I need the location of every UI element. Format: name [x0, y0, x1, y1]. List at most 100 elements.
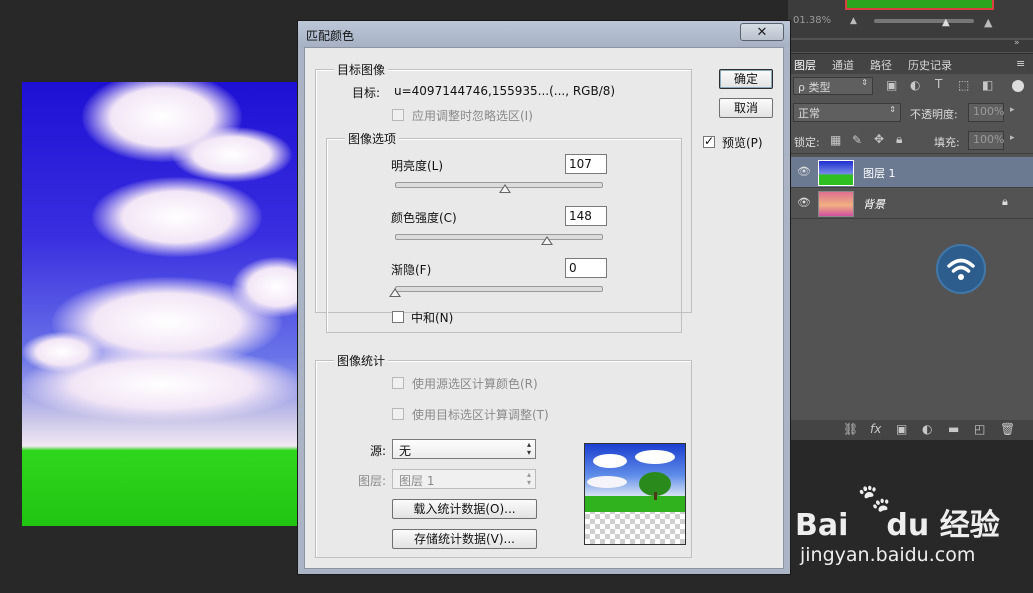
- tab-paths[interactable]: 路径: [870, 57, 892, 73]
- ignore-selection-checkbox[interactable]: [392, 109, 404, 121]
- trash-icon[interactable]: 🗑︎: [1000, 422, 1015, 436]
- target-value: u=4097144746,155935...(..., RGB/8): [394, 84, 616, 98]
- panel-menu-icon[interactable]: ≡: [1016, 57, 1025, 70]
- layer-name[interactable]: 图层 1: [863, 165, 896, 181]
- type-filter-icon[interactable]: T: [935, 77, 942, 91]
- tab-history[interactable]: 历史记录: [908, 57, 952, 73]
- panel-tabs: 图层 通道 路径 历史记录 ≡: [788, 53, 1033, 74]
- luminance-slider-thumb[interactable]: [498, 184, 511, 193]
- fade-input[interactable]: 0: [565, 258, 607, 278]
- neutralize-label: 中和(N): [411, 311, 454, 325]
- chevron-down-icon: ⇕: [889, 105, 896, 114]
- adjust-filter-icon[interactable]: ◐: [910, 78, 920, 92]
- brand-cn: 经验: [939, 508, 1000, 543]
- target-image-group: 目标图像 目标: u=4097144746,155935...(..., RGB…: [315, 61, 692, 333]
- layers-bottom-bar: ⛓︎ fx ▣ ◐ ▬ ◰ 🗑︎: [788, 420, 1033, 440]
- layer-thumbnail: [818, 191, 854, 217]
- fill-input[interactable]: 100%: [968, 131, 1004, 150]
- layer-label: 图层:: [358, 474, 387, 488]
- filter-label: 类型: [808, 81, 831, 94]
- filter-select[interactable]: ρ 类型 ⇕: [793, 77, 873, 95]
- source-value: 无: [399, 444, 412, 458]
- new-layer-icon[interactable]: ◰: [974, 422, 985, 436]
- stats-preview-thumbnail: [584, 443, 686, 545]
- lock-label: 锁定:: [794, 136, 820, 149]
- color-intensity-slider[interactable]: [395, 234, 603, 240]
- dialog-title: 匹配颜色: [306, 29, 355, 43]
- use-target-selection-checkbox[interactable]: [392, 408, 404, 420]
- fx-icon[interactable]: fx: [870, 422, 881, 436]
- opacity-label: 不透明度:: [910, 108, 958, 121]
- lock-position-icon[interactable]: ✥: [874, 132, 884, 146]
- collapse-icon[interactable]: »: [1014, 38, 1020, 48]
- eye-icon[interactable]: 👁︎: [797, 196, 811, 209]
- cloud: [92, 177, 262, 257]
- eye-icon[interactable]: 👁︎: [797, 165, 811, 178]
- zoom-in-icon[interactable]: ▲: [984, 16, 992, 29]
- layer-row[interactable]: 👁︎ 图层 1: [788, 157, 1033, 188]
- folder-icon[interactable]: ▬: [948, 422, 959, 436]
- luminance-label: 明亮度(L): [391, 159, 444, 173]
- fade-slider-thumb[interactable]: [389, 288, 401, 297]
- layer-name[interactable]: 背景: [863, 196, 885, 212]
- blend-row: 正常 ⇕ 不透明度: 100% ▸: [788, 100, 1033, 124]
- ok-button[interactable]: 确定: [719, 69, 773, 89]
- tab-layers[interactable]: 图层: [794, 57, 816, 73]
- cancel-button[interactable]: 取消: [719, 98, 773, 118]
- image-options-group: 图像选项 明亮度(L) 107 颜色强度(C) 148 渐隐(F) 0 中和(N…: [326, 130, 682, 333]
- lock-pixels-icon[interactable]: ✎: [852, 133, 862, 147]
- zoom-slider-thumb[interactable]: ▲: [942, 17, 950, 28]
- filter-toggle-icon[interactable]: [1012, 80, 1024, 92]
- save-stats-button[interactable]: 存储统计数据(V)...: [392, 529, 537, 549]
- close-button[interactable]: ✕: [740, 23, 784, 41]
- opacity-input[interactable]: 100%: [968, 103, 1004, 122]
- blend-mode-select[interactable]: 正常 ⇕: [793, 103, 901, 122]
- load-stats-button[interactable]: 载入统计数据(O)...: [392, 499, 537, 519]
- filter-row: ρ 类型 ⇕ ▣ ◐ T ⬚ ◧: [788, 74, 1033, 98]
- color-intensity-slider-thumb[interactable]: [541, 236, 554, 245]
- image-stats-group: 图像统计 使用源选区计算颜色(R) 使用目标选区计算调整(T) 源: 无 ▴ ▾ …: [315, 352, 692, 558]
- source-select[interactable]: 无 ▴ ▾: [392, 439, 536, 459]
- mask-icon[interactable]: ▣: [896, 422, 907, 436]
- navigator-thumbnail[interactable]: [845, 0, 994, 10]
- source-label: 源:: [370, 444, 387, 458]
- lock-icon: 🔒︎: [1002, 195, 1008, 208]
- chevron-right-icon[interactable]: ▸: [1010, 133, 1015, 143]
- wifi-glyph: [947, 258, 975, 280]
- use-source-selection-checkbox[interactable]: [392, 377, 404, 389]
- chevron-right-icon[interactable]: ▸: [1010, 105, 1015, 115]
- layer-thumbnail: [818, 160, 854, 186]
- select-arrows-icon: ▴ ▾: [526, 440, 531, 457]
- lock-row: 锁定: ▦ ✎ ✥ 🔒︎ 填充: 100% ▸: [788, 127, 1033, 154]
- image-filter-icon[interactable]: ▣: [886, 78, 897, 92]
- dialog-body: 目标图像 目标: u=4097144746,155935...(..., RGB…: [304, 47, 784, 569]
- preview-grass: [585, 496, 685, 512]
- preview-checkbox[interactable]: [703, 134, 715, 148]
- wifi-icon[interactable]: [936, 244, 986, 294]
- zoom-slider[interactable]: [874, 19, 974, 23]
- preview-sky: [585, 444, 685, 496]
- color-intensity-label: 颜色强度(C): [391, 211, 457, 225]
- use-target-selection-label: 使用目标选区计算调整(T): [412, 408, 549, 422]
- color-intensity-input[interactable]: 148: [565, 206, 607, 226]
- zoom-out-icon[interactable]: ▲: [850, 16, 857, 26]
- preview-trunk: [654, 492, 657, 500]
- panel-dock-bar: »: [788, 38, 1033, 52]
- layer-row[interactable]: 👁︎ 背景 🔒︎: [788, 188, 1033, 219]
- dialog-titlebar[interactable]: 匹配颜色 ✕: [298, 21, 790, 47]
- target-label: 目标:: [352, 86, 381, 100]
- lock-all-icon[interactable]: 🔒︎: [896, 132, 902, 147]
- fade-slider[interactable]: [395, 286, 603, 292]
- neutralize-checkbox[interactable]: [392, 311, 404, 323]
- tab-channels[interactable]: 通道: [832, 57, 854, 73]
- layer-select[interactable]: 图层 1 ▴ ▾: [392, 469, 536, 489]
- document-canvas[interactable]: [22, 82, 300, 526]
- select-arrows-icon: ▴ ▾: [526, 470, 531, 487]
- lock-transparency-icon[interactable]: ▦: [830, 133, 841, 147]
- adjustment-icon[interactable]: ◐: [922, 422, 932, 436]
- shape-filter-icon[interactable]: ⬚: [958, 78, 969, 92]
- luminance-input[interactable]: 107: [565, 154, 607, 174]
- link-icon[interactable]: ⛓︎: [843, 422, 858, 436]
- layers-panel: 01.38% ▲ ▲ ▲ » 图层 通道 路径 历史记录 ≡ ρ 类型 ⇕ ▣ …: [788, 0, 1033, 440]
- smart-filter-icon[interactable]: ◧: [982, 78, 993, 92]
